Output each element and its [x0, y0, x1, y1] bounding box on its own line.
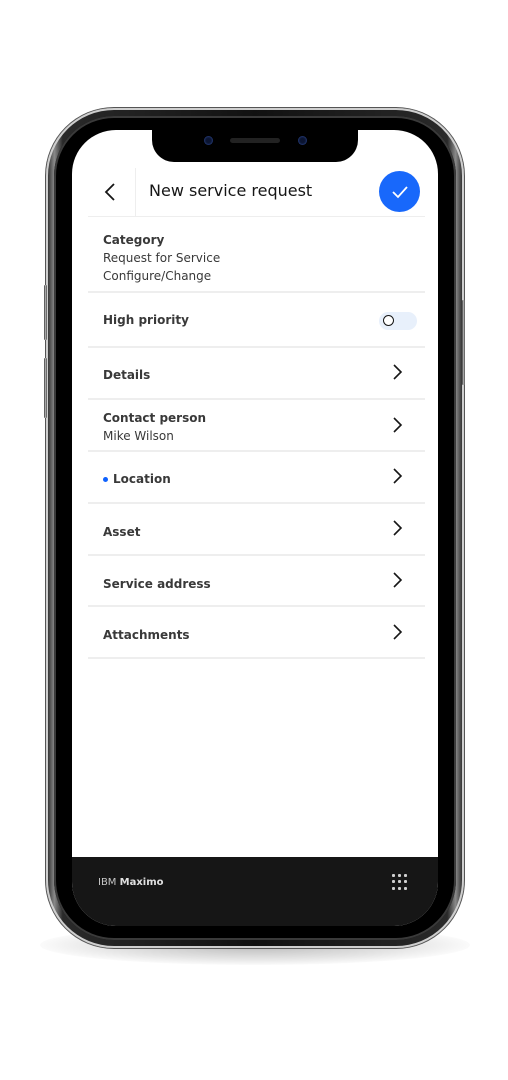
service-address-label: Service address — [103, 577, 211, 591]
category-value-line1: Request for Service — [103, 251, 221, 265]
details-label: Details — [103, 368, 151, 382]
asset-label: Asset — [103, 525, 141, 539]
sensor-icon — [298, 136, 307, 145]
confirm-button[interactable] — [379, 171, 420, 212]
volume-button — [44, 358, 47, 418]
chevron-right-icon — [393, 364, 403, 380]
contact-person-value: Mike Wilson — [103, 429, 174, 443]
app-header: New service request — [72, 168, 438, 216]
header-divider — [135, 168, 136, 216]
phone-notch — [152, 130, 358, 162]
power-button — [462, 300, 465, 385]
details-field[interactable]: Details — [88, 348, 425, 400]
high-priority-label: High priority — [103, 313, 189, 327]
page-title: New service request — [149, 181, 313, 200]
category-field[interactable]: Category Request for Service Configure/C… — [88, 217, 425, 293]
app-switcher-grid-icon[interactable] — [392, 874, 408, 890]
camera-icon — [204, 136, 213, 145]
contact-person-label: Contact person — [103, 411, 207, 425]
category-label: Category — [103, 233, 165, 247]
brand-name: Maximo — [119, 877, 164, 888]
checkmark-icon — [391, 185, 408, 198]
chevron-right-icon — [393, 572, 403, 588]
app-screen: New service request Category Request for… — [72, 130, 438, 926]
chevron-right-icon — [393, 520, 403, 536]
toggle-knob — [383, 315, 394, 326]
brand-logo: IBM Maximo — [98, 877, 164, 888]
location-label: Location — [113, 472, 171, 486]
chevron-right-icon — [393, 624, 403, 640]
contact-person-field[interactable]: Contact person Mike Wilson — [88, 400, 425, 452]
high-priority-toggle[interactable] — [379, 312, 417, 330]
attachments-label: Attachments — [103, 628, 190, 642]
high-priority-field: High priority — [88, 293, 425, 348]
asset-field[interactable]: Asset — [88, 504, 425, 556]
brand-prefix: IBM — [98, 877, 117, 888]
request-form: Category Request for Service Configure/C… — [88, 216, 425, 659]
app-footer: IBM Maximo — [72, 857, 438, 926]
speaker-grille — [230, 138, 280, 143]
mute-switch — [44, 285, 47, 340]
chevron-right-icon — [393, 468, 403, 484]
service-address-field[interactable]: Service address — [88, 556, 425, 607]
category-value-line2: Configure/Change — [103, 269, 212, 283]
location-field[interactable]: Location — [88, 452, 425, 504]
required-indicator-dot — [103, 477, 108, 482]
attachments-field[interactable]: Attachments — [88, 607, 425, 659]
back-button[interactable] — [94, 176, 126, 208]
chevron-left-icon — [104, 183, 115, 201]
chevron-right-icon — [393, 417, 403, 433]
